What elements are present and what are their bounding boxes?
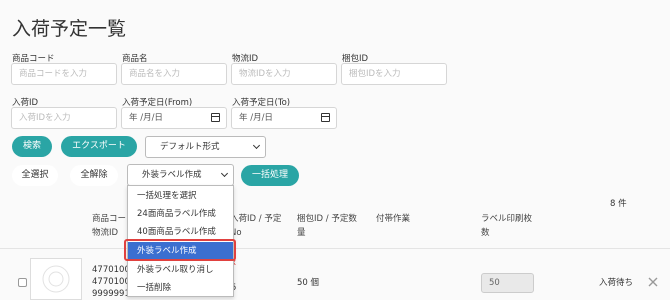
logistics-id-input[interactable]: 物流IDを入力 <box>231 63 337 85</box>
header-quantity: 量 <box>297 228 306 238</box>
row-status: 入荷待ち <box>599 278 634 288</box>
calendar-icon[interactable] <box>321 113 330 122</box>
dropdown-option-cancel-outer-label[interactable]: 外装ラベル取り消し <box>128 261 233 279</box>
dropdown-option-bulk-delete[interactable]: 一括削除 <box>128 279 233 297</box>
dropdown-option-24-label[interactable]: 24面商品ラベル作成 <box>128 205 233 223</box>
label-count-input[interactable]: 50 <box>481 273 534 293</box>
bulk-action-value: 外装ラベル作成 <box>142 170 202 180</box>
product-name-input[interactable]: 商品名を入力 <box>121 63 227 85</box>
date-from-input[interactable]: 年 /月/日 <box>121 107 227 129</box>
header-package-id: 梱包ID / 予定数 <box>297 214 357 224</box>
date-from-value: 年 /月/日 <box>129 113 163 123</box>
row-quantity: 50 個 <box>297 278 320 288</box>
product-image-placeholder <box>30 258 82 300</box>
export-button[interactable]: エクスポート <box>61 136 137 157</box>
date-to-value: 年 /月/日 <box>239 113 273 123</box>
deselect-all-button[interactable]: 全解除 <box>70 165 118 186</box>
header-label-qty-2: 数 <box>481 228 490 238</box>
page-title: 入荷予定一覧 <box>12 18 127 40</box>
chevron-down-icon <box>252 141 261 150</box>
dropdown-option-select-bulk[interactable]: 一括処理を選択 <box>128 187 233 205</box>
arrival-id-input[interactable]: 入荷IDを入力 <box>11 107 117 129</box>
row-checkbox[interactable] <box>18 278 27 287</box>
select-all-button[interactable]: 全選択 <box>12 165 58 186</box>
header-attached-work: 付帯作業 <box>376 214 411 224</box>
export-format-value: デフォルト形式 <box>160 142 220 152</box>
close-icon[interactable] <box>648 277 658 287</box>
export-format-select[interactable]: デフォルト形式 <box>145 136 266 158</box>
search-button[interactable]: 検索 <box>12 136 52 157</box>
chevron-down-icon <box>220 169 229 178</box>
bulk-process-button[interactable]: 一括処理 <box>241 165 299 186</box>
selection-highlight-box <box>124 239 236 261</box>
package-id-input[interactable]: 梱包IDを入力 <box>341 63 447 85</box>
result-count: 8 件 <box>610 199 627 209</box>
date-to-input[interactable]: 年 /月/日 <box>231 107 337 129</box>
calendar-icon[interactable] <box>211 113 220 122</box>
product-code-input[interactable]: 商品コードを入力 <box>11 63 117 85</box>
table-divider <box>0 248 670 249</box>
bulk-action-select[interactable]: 外装ラベル作成 <box>127 164 234 186</box>
header-logistics-id: 物流ID <box>92 228 119 238</box>
